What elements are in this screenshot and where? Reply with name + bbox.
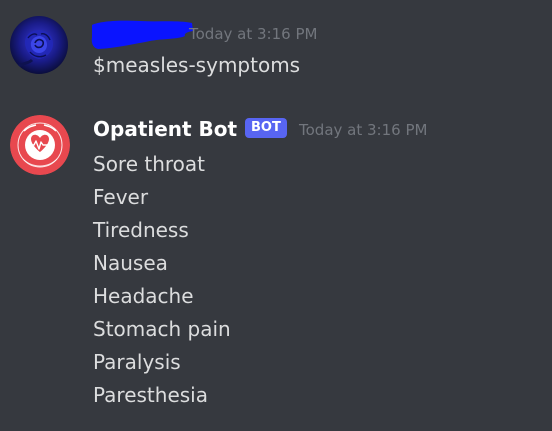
bot-username[interactable]: Opatient Bot xyxy=(93,117,237,141)
message-timestamp: Today at 3:16 PM xyxy=(299,121,428,139)
message-timestamp: Today at 3:16 PM xyxy=(189,25,318,43)
message-content: $measles-symptoms xyxy=(93,53,301,77)
message-line: Paralysis xyxy=(93,350,181,374)
message-line: Stomach pain xyxy=(93,317,231,341)
message-line: Nausea xyxy=(93,251,168,275)
bot-message-content: Sore throat Fever Tiredness Nausea Heada… xyxy=(93,148,231,412)
message-line: Fever xyxy=(93,185,149,209)
user-message: Today at 3:16 PM $measles-symptoms xyxy=(0,0,552,100)
username-redaction xyxy=(90,17,194,51)
message-line: Headache xyxy=(93,284,194,308)
bot-badge: BOT xyxy=(245,118,287,138)
blue-rose-avatar-icon[interactable] xyxy=(10,16,68,74)
message-line: Tiredness xyxy=(93,218,189,242)
bot-message: Opatient Bot BOT Today at 3:16 PM Sore t… xyxy=(0,105,552,425)
opatient-logo-avatar-icon[interactable] xyxy=(10,115,70,175)
message-line: Sore throat xyxy=(93,152,206,176)
message-line: Paresthesia xyxy=(93,383,208,407)
chat-view: Today at 3:16 PM $measles-symptoms Opati… xyxy=(0,0,552,431)
